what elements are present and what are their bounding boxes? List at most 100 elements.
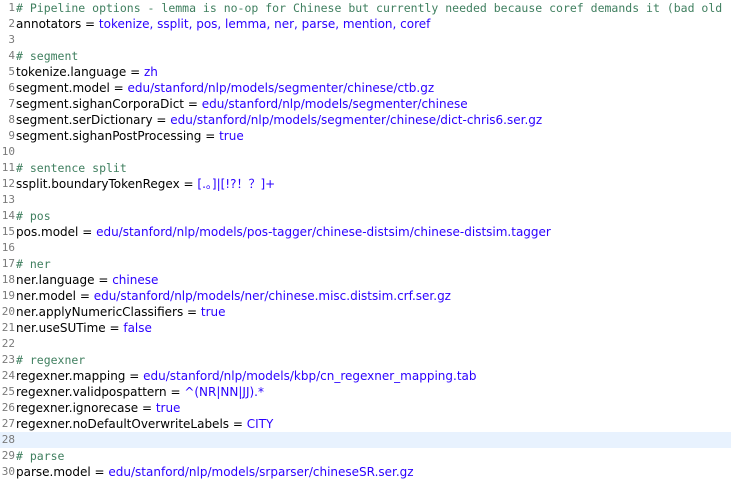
- editor-line[interactable]: 5 tokenize.language = zh: [0, 64, 731, 80]
- line-content[interactable]: # segment: [16, 48, 78, 64]
- line-number: 7: [8, 97, 15, 110]
- property-key: ner.language: [16, 273, 95, 287]
- editor-line[interactable]: 8 segment.serDictionary = edu/stanford/nl…: [0, 112, 731, 128]
- editor-line[interactable]: 15 pos.model = edu/stanford/nlp/models/po…: [0, 224, 731, 240]
- editor-line[interactable]: 18 ner.language = chinese: [0, 272, 731, 288]
- line-content[interactable]: regexner.noDefaultOverwriteLabels = CITY: [16, 416, 273, 432]
- editor-line[interactable]: 20 ner.applyNumericClassifiers = true: [0, 304, 731, 320]
- assignment-operator: =: [152, 113, 171, 127]
- assignment-operator: =: [125, 369, 144, 383]
- editor-line[interactable]: 10: [0, 144, 731, 160]
- line-content[interactable]: # Pipeline options - lemma is no-op for …: [16, 0, 722, 16]
- assignment-operator: =: [90, 465, 109, 479]
- line-number: 19: [1, 289, 15, 302]
- properties-editor[interactable]: 1 # Pipeline options - lemma is no-op for…: [0, 0, 731, 497]
- comment-text: # parse: [16, 449, 65, 463]
- editor-line[interactable]: 2 annotators = tokenize, ssplit, pos, lem…: [0, 16, 731, 32]
- property-key: segment.sighanPostProcessing: [16, 129, 202, 143]
- line-content[interactable]: regexner.validpospattern = ^(NR|NN|JJ).*: [16, 384, 264, 400]
- property-key: annotators: [16, 17, 82, 31]
- line-content[interactable]: regexner.ignorecase = true: [16, 400, 180, 416]
- line-content[interactable]: regexner.mapping = edu/stanford/nlp/mode…: [16, 368, 477, 384]
- property-value: true: [200, 305, 226, 319]
- line-content[interactable]: ner.language = chinese: [16, 272, 158, 288]
- line-content[interactable]: # parse: [16, 448, 64, 464]
- editor-line[interactable]: 25 regexner.validpospattern = ^(NR|NN|JJ)…: [0, 384, 731, 400]
- editor-line[interactable]: 11 # sentence split: [0, 160, 731, 176]
- editor-line[interactable]: 16: [0, 240, 731, 256]
- line-number: 25: [1, 385, 15, 398]
- line-content[interactable]: ner.useSUTime = false: [16, 320, 152, 336]
- editor-line[interactable]: 13: [0, 192, 731, 208]
- line-content[interactable]: pos.model = edu/stanford/nlp/models/pos-…: [16, 224, 551, 240]
- property-value: edu/stanford/nlp/models/segmenter/chines…: [170, 113, 543, 127]
- editor-line[interactable]: 1 # Pipeline options - lemma is no-op for…: [0, 0, 731, 16]
- assignment-operator: =: [126, 65, 144, 79]
- line-content[interactable]: parse.model = edu/stanford/nlp/models/sr…: [16, 464, 414, 480]
- line-content[interactable]: segment.sighanPostProcessing = true: [16, 128, 244, 144]
- editor-line[interactable]: 30 parse.model = edu/stanford/nlp/models/…: [0, 464, 731, 480]
- assignment-operator: =: [166, 385, 185, 399]
- line-number: 1: [8, 1, 15, 14]
- line-number: 29: [1, 449, 15, 462]
- property-key: segment.model: [16, 81, 110, 95]
- line-number: 27: [1, 417, 15, 430]
- assignment-operator: =: [105, 321, 124, 335]
- property-key: pos.model: [16, 225, 79, 239]
- property-key: regexner.ignorecase: [16, 401, 139, 415]
- property-key: ner.model: [16, 289, 76, 303]
- editor-line[interactable]: 27 regexner.noDefaultOverwriteLabels = CI…: [0, 416, 731, 432]
- assignment-operator: =: [184, 97, 202, 111]
- editor-line[interactable]: 12 ssplit.boundaryTokenRegex = [.。]|[!?！？…: [0, 176, 731, 192]
- line-content[interactable]: # pos: [16, 208, 51, 224]
- comment-text: # regexner: [16, 353, 86, 367]
- assignment-operator: =: [138, 401, 156, 415]
- line-number: 3: [8, 33, 15, 46]
- property-value: ^(NR|NN|JJ).*: [184, 385, 264, 399]
- editor-line[interactable]: 28: [0, 432, 731, 448]
- line-content[interactable]: # regexner: [16, 352, 85, 368]
- editor-line[interactable]: 26 regexner.ignorecase = true: [0, 400, 731, 416]
- line-number: 5: [8, 65, 15, 78]
- property-key: ner.useSUTime: [16, 321, 106, 335]
- line-content[interactable]: ner.applyNumericClassifiers = true: [16, 304, 226, 320]
- editor-line[interactable]: 29 # parse: [0, 448, 731, 464]
- editor-line[interactable]: 14 # pos: [0, 208, 731, 224]
- property-key: segment.sighanCorporaDict: [16, 97, 184, 111]
- assignment-operator: =: [78, 225, 97, 239]
- line-content[interactable]: segment.serDictionary = edu/stanford/nlp…: [16, 112, 542, 128]
- editor-line[interactable]: 6 segment.model = edu/stanford/nlp/models…: [0, 80, 731, 96]
- editor-line[interactable]: 24 regexner.mapping = edu/stanford/nlp/mo…: [0, 368, 731, 384]
- editor-line[interactable]: 4 # segment: [0, 48, 731, 64]
- editor-line[interactable]: 21 ner.useSUTime = false: [0, 320, 731, 336]
- line-number: 20: [1, 305, 15, 318]
- editor-line[interactable]: 19 ner.model = edu/stanford/nlp/models/ne…: [0, 288, 731, 304]
- line-content[interactable]: tokenize.language = zh: [16, 64, 158, 80]
- editor-line[interactable]: 3: [0, 32, 731, 48]
- line-content[interactable]: segment.model = edu/stanford/nlp/models/…: [16, 80, 434, 96]
- line-number: 30: [1, 465, 15, 478]
- line-content[interactable]: # ner: [16, 256, 51, 272]
- line-content[interactable]: ssplit.boundaryTokenRegex = [.。]|[!?！？]+: [16, 176, 275, 192]
- property-value: edu/stanford/nlp/models/ner/chinese.misc…: [93, 289, 451, 303]
- property-value: false: [123, 321, 152, 335]
- editor-line[interactable]: 7 segment.sighanCorporaDict = edu/stanfor…: [0, 96, 731, 112]
- line-number: 16: [1, 241, 15, 254]
- property-value: edu/stanford/nlp/models/pos-tagger/chine…: [96, 225, 551, 239]
- line-number: 21: [1, 321, 15, 334]
- line-number: 22: [1, 337, 15, 350]
- property-value: chinese: [112, 273, 159, 287]
- line-number: 28: [1, 433, 15, 446]
- line-number: 15: [1, 225, 15, 238]
- property-value: true: [219, 129, 244, 143]
- line-content[interactable]: # sentence split: [16, 160, 127, 176]
- editor-line[interactable]: 17 # ner: [0, 256, 731, 272]
- property-key: segment.serDictionary: [16, 113, 153, 127]
- editor-line[interactable]: 9 segment.sighanPostProcessing = true: [0, 128, 731, 144]
- editor-line[interactable]: 23 # regexner: [0, 352, 731, 368]
- editor-line[interactable]: 22: [0, 336, 731, 352]
- line-content[interactable]: annotators = tokenize, ssplit, pos, lemm…: [16, 16, 430, 32]
- line-content[interactable]: segment.sighanCorporaDict = edu/stanford…: [16, 96, 468, 112]
- line-content[interactable]: ner.model = edu/stanford/nlp/models/ner/…: [16, 288, 451, 304]
- assignment-operator: =: [201, 129, 220, 143]
